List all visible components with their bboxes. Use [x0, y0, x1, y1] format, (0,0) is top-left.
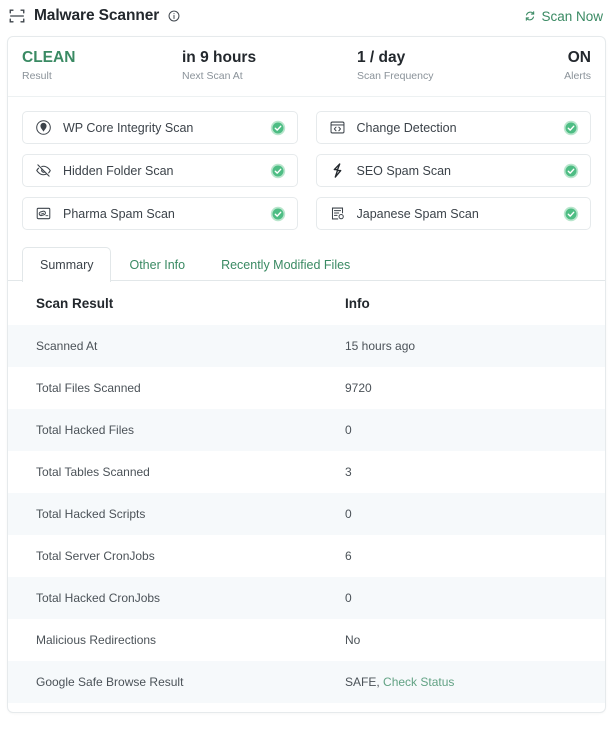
tab-list: Summary Other Info Recently Modified Fil… — [8, 246, 605, 282]
lightning-bolt-icon — [329, 162, 346, 179]
table-row: Total Hacked CronJobs 0 — [8, 577, 605, 619]
table-row: Total Files Scanned 9720 — [8, 367, 605, 409]
scan-frame-icon — [8, 7, 26, 25]
table-header-row: Scan Result Info — [8, 281, 605, 325]
check-circle-icon — [270, 163, 286, 179]
table-row: Scanned At 15 hours ago — [8, 325, 605, 367]
scanner-card: CLEAN Result in 9 hours Next Scan At 1 /… — [7, 36, 606, 713]
table-row: Total Hacked Files 0 — [8, 409, 605, 451]
scan-now-label: Scan Now — [541, 8, 603, 24]
row-value: 9720 — [345, 381, 372, 395]
scan-result-table: Scan Result Info Scanned At 15 hours ago… — [8, 281, 605, 703]
row-value: 0 — [345, 507, 352, 521]
scan-item-japanese-spam[interactable]: Japanese Spam Scan — [315, 197, 591, 230]
scan-item-label: Japanese Spam Scan — [356, 206, 479, 221]
scan-now-button[interactable]: Scan Now — [524, 9, 603, 24]
table-row: Google Safe Browse Result SAFE, Check St… — [8, 661, 605, 703]
tab-recently-modified-files[interactable]: Recently Modified Files — [203, 247, 368, 282]
check-circle-icon — [563, 120, 579, 136]
stat-label: Scan Frequency — [357, 70, 434, 82]
scan-item-label: Hidden Folder Scan — [63, 163, 174, 178]
row-key: Total Hacked CronJobs — [36, 591, 161, 605]
stat-value: ON — [567, 49, 591, 66]
scan-item-wp-core-integrity[interactable]: WP Core Integrity Scan — [22, 111, 298, 144]
stat-value: 1 / day — [357, 49, 406, 66]
document-list-icon — [329, 205, 346, 222]
stat-value: in 9 hours — [182, 49, 257, 66]
stat-scan-frequency: 1 / day Scan Frequency — [357, 48, 511, 84]
stat-alerts: ON Alerts — [511, 48, 591, 84]
table-row: Total Tables Scanned 3 — [8, 451, 605, 493]
scan-item-hidden-folder[interactable]: Hidden Folder Scan — [22, 154, 298, 187]
table-row: Total Server CronJobs 6 — [8, 535, 605, 577]
scan-item-label: WP Core Integrity Scan — [63, 120, 194, 135]
stat-value: CLEAN — [22, 49, 76, 66]
row-key: Malicious Redirections — [36, 633, 157, 647]
scan-item-label: Change Detection — [356, 120, 457, 135]
scan-item-label: Pharma Spam Scan — [63, 206, 175, 221]
stat-strip: CLEAN Result in 9 hours Next Scan At 1 /… — [8, 37, 605, 97]
scan-items-grid: WP Core Integrity Scan Change Detection … — [8, 97, 605, 236]
row-value: 6 — [345, 549, 352, 563]
check-circle-icon — [270, 206, 286, 222]
tab-summary[interactable]: Summary — [22, 247, 112, 282]
row-value: 3 — [345, 465, 352, 479]
stat-label: Result — [22, 70, 52, 82]
row-value-group: SAFE, Check Status — [341, 661, 605, 703]
row-value: 15 hours ago — [345, 339, 416, 353]
refresh-icon — [524, 10, 536, 22]
row-key: Total Server CronJobs — [36, 549, 155, 563]
check-status-link[interactable]: Check Status — [383, 675, 454, 689]
scan-item-seo-spam[interactable]: SEO Spam Scan — [315, 154, 591, 187]
table-head: Scan Result Info — [8, 281, 605, 325]
check-circle-icon — [563, 206, 579, 222]
tabs-section: Summary Other Info Recently Modified Fil… — [8, 236, 605, 282]
code-window-icon — [329, 119, 346, 136]
check-circle-icon — [563, 163, 579, 179]
row-key: Total Files Scanned — [36, 381, 141, 395]
malware-scanner-page: Malware Scanner Scan Now CLEAN Result in… — [0, 0, 613, 743]
eye-off-icon — [35, 162, 52, 179]
row-value: No — [345, 633, 361, 647]
scan-item-pharma-spam[interactable]: Pharma Spam Scan — [22, 197, 298, 230]
row-key: Total Tables Scanned — [36, 465, 150, 479]
row-key: Total Hacked Scripts — [36, 507, 146, 521]
scan-result-table-wrap: Scan Result Info Scanned At 15 hours ago… — [8, 281, 605, 712]
scan-item-label: SEO Spam Scan — [356, 163, 452, 178]
stat-label: Next Scan At — [182, 70, 243, 82]
stat-next-scan-at: in 9 hours Next Scan At — [182, 48, 357, 84]
row-key: Google Safe Browse Result — [36, 675, 184, 689]
info-icon[interactable] — [167, 10, 180, 22]
column-header-info: Info — [345, 295, 370, 311]
tab-other-info[interactable]: Other Info — [111, 247, 203, 282]
stat-result: CLEAN Result — [22, 48, 182, 84]
wordpress-icon — [35, 119, 52, 136]
table-row: Malicious Redirections No — [8, 619, 605, 661]
page-header: Malware Scanner Scan Now — [0, 0, 613, 32]
scan-item-change-detection[interactable]: Change Detection — [315, 111, 591, 144]
row-value: SAFE, — [345, 675, 380, 689]
check-circle-icon — [270, 120, 286, 136]
row-value: 0 — [345, 423, 352, 437]
table-row: Total Hacked Scripts 0 — [8, 493, 605, 535]
row-value: 0 — [345, 591, 352, 605]
page-title: Malware Scanner — [34, 7, 160, 24]
header-left-group: Malware Scanner — [8, 7, 524, 25]
row-key: Scanned At — [36, 339, 98, 353]
column-header-scan-result: Scan Result — [36, 295, 114, 311]
stat-label: Alerts — [564, 70, 591, 82]
pill-box-icon — [35, 205, 52, 222]
table-body: Scanned At 15 hours ago Total Files Scan… — [8, 325, 605, 703]
row-key: Total Hacked Files — [36, 423, 135, 437]
